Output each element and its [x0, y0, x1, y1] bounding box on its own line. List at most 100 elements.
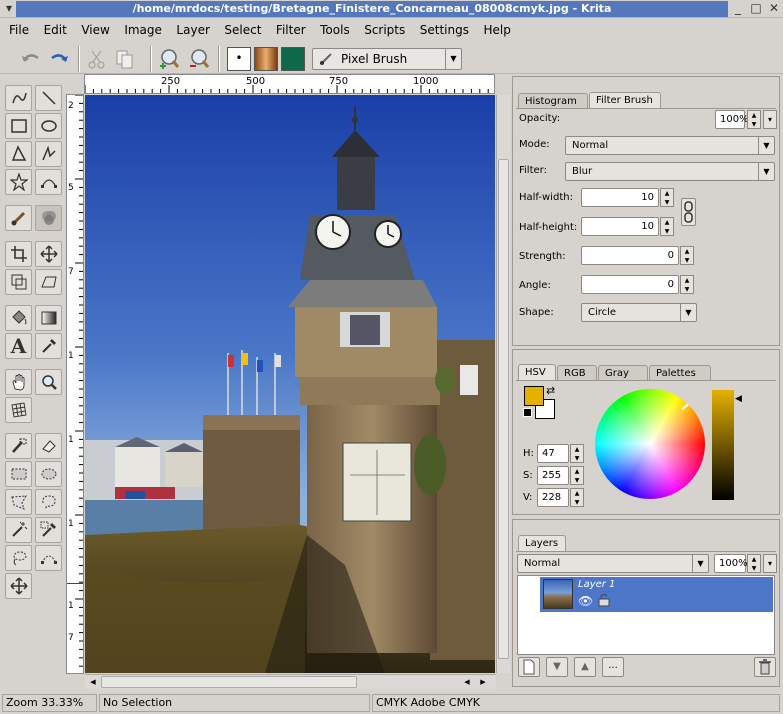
select-brush-tool-icon[interactable] [5, 433, 32, 459]
crop-tool-icon[interactable] [5, 241, 32, 267]
polyline-tool-icon[interactable] [35, 141, 62, 167]
copy-icon[interactable] [112, 46, 138, 72]
tab-gray[interactable]: Gray [598, 365, 648, 381]
value-field[interactable]: 228 [537, 488, 569, 507]
menu-scripts[interactable]: Scripts [359, 20, 410, 40]
value-slider[interactable] [712, 390, 734, 500]
menu-layer[interactable]: Layer [171, 20, 214, 40]
move-tool-icon[interactable] [35, 241, 62, 267]
opacity-spinner[interactable]: ▲ ▼ [747, 110, 761, 129]
value-slider-marker[interactable]: ◀ [735, 394, 742, 404]
window-menu-icon[interactable]: ▾ [1, 1, 17, 17]
magic-wand-tool-icon[interactable] [5, 517, 32, 543]
polygon-tool-icon[interactable] [5, 141, 32, 167]
maximize-icon[interactable]: □ [748, 1, 764, 17]
lock-icon[interactable] [598, 593, 610, 610]
rectangle-tool-icon[interactable] [5, 113, 32, 139]
menu-filter[interactable]: Filter [271, 20, 311, 40]
tab-rgb[interactable]: RGB [557, 365, 597, 381]
halfheight-spinner[interactable]: ▲ ▼ [660, 217, 674, 236]
layer-opacity-field[interactable]: 100% [714, 554, 748, 573]
shape-select[interactable]: Circle ▼ [581, 303, 697, 322]
tab-palettes[interactable]: Palettes [649, 365, 711, 381]
halfheight-field[interactable]: 10 [581, 217, 659, 236]
close-icon[interactable]: ✕ [766, 1, 782, 17]
layer-list[interactable]: Layer 1 👁 [517, 575, 775, 655]
line-tool-icon[interactable] [35, 85, 62, 111]
halfwidth-spinner[interactable]: ▲ ▼ [660, 188, 674, 207]
angle-spinner[interactable]: ▲ ▼ [680, 275, 694, 294]
trash-icon[interactable] [754, 657, 776, 677]
polygon-select-tool-icon[interactable] [5, 489, 32, 515]
value-spinner[interactable]: ▲ ▼ [570, 488, 584, 507]
menu-select[interactable]: Select [219, 20, 266, 40]
menu-tools[interactable]: Tools [315, 20, 355, 40]
vertical-scrollbar[interactable] [496, 95, 510, 673]
layer-name[interactable]: Layer 1 [578, 579, 615, 590]
freehand-tool-icon[interactable] [5, 85, 32, 111]
tab-filter-brush[interactable]: Filter Brush [589, 92, 661, 109]
gradient-tool-icon[interactable] [35, 305, 62, 331]
tab-hsv[interactable]: HSV [518, 364, 556, 381]
menu-settings[interactable]: Settings [415, 20, 474, 40]
gradient-preview[interactable] [254, 47, 278, 71]
menu-image[interactable]: Image [119, 20, 167, 40]
link-icon[interactable] [681, 198, 696, 226]
scrollbar-thumb[interactable] [101, 676, 357, 688]
bezier-select-tool-icon[interactable] [35, 545, 62, 571]
move-layer-up-icon[interactable]: ▲ [574, 657, 596, 677]
menu-help[interactable]: Help [478, 20, 515, 40]
brush-tool-icon[interactable] [5, 205, 32, 231]
paintop-selector[interactable]: Pixel Brush ▼ [312, 48, 462, 70]
image-canvas[interactable] [85, 95, 495, 673]
menu-edit[interactable]: Edit [39, 20, 72, 40]
tab-layers[interactable]: Layers [518, 535, 566, 552]
hue-field[interactable]: 47 [537, 444, 569, 463]
hue-spinner[interactable]: ▲ ▼ [570, 444, 584, 463]
color-select-tool-icon[interactable] [35, 517, 62, 543]
swap-colors-icon[interactable]: ⇄ [546, 384, 555, 397]
zoom-out-icon[interactable] [186, 46, 212, 72]
saturation-spinner[interactable]: ▲ ▼ [570, 466, 584, 485]
perspective-tool-icon[interactable] [35, 269, 62, 295]
text-tool-icon[interactable]: A [5, 333, 32, 359]
strength-field[interactable]: 0 [581, 246, 679, 265]
cut-icon[interactable] [84, 46, 110, 72]
new-layer-icon[interactable] [518, 657, 540, 677]
scroll-right-icon[interactable]: ▶ [477, 676, 489, 688]
scroll-left-icon[interactable]: ◀ [461, 676, 473, 688]
scrollbar-thumb[interactable] [498, 159, 509, 659]
layer-opacity-spinner[interactable]: ▲ ▼ [747, 554, 761, 573]
lasso-select-tool-icon[interactable] [5, 545, 32, 571]
ellipse-tool-icon[interactable] [35, 113, 62, 139]
fill-tool-icon[interactable] [5, 305, 32, 331]
outline-select-tool-icon[interactable] [35, 489, 62, 515]
foreground-color-swatch[interactable] [524, 386, 544, 406]
pan-tool-icon[interactable] [5, 369, 32, 395]
color-picker-tool-icon[interactable] [35, 333, 62, 359]
duplicate-tool-icon[interactable] [35, 205, 62, 231]
halfwidth-field[interactable]: 10 [581, 188, 659, 207]
scroll-left-icon[interactable]: ◀ [87, 676, 99, 688]
minimize-icon[interactable]: _ [730, 1, 746, 17]
menu-file[interactable]: File [4, 20, 34, 40]
horizontal-scrollbar[interactable]: ◀ ◀ ▶ [85, 674, 496, 689]
eye-icon[interactable]: 👁 [578, 594, 593, 608]
strength-spinner[interactable]: ▲ ▼ [680, 246, 694, 265]
opacity-field[interactable]: 100% [715, 110, 749, 129]
zoom-in-icon[interactable] [156, 46, 182, 72]
move-layer-down-icon[interactable]: ▼ [546, 657, 568, 677]
layer-row[interactable]: Layer 1 👁 [540, 577, 773, 612]
saturation-field[interactable]: 255 [537, 466, 569, 485]
hue-saturation-wheel[interactable] [595, 389, 705, 499]
redo-icon[interactable] [46, 46, 72, 72]
tab-histogram[interactable]: Histogram [518, 93, 588, 109]
star-tool-icon[interactable] [5, 169, 32, 195]
move-selection-tool-icon[interactable] [5, 573, 32, 599]
layer-mode-select[interactable]: Normal ▼ [517, 554, 709, 573]
brush-shape-preview[interactable]: • [227, 47, 251, 71]
rect-select-tool-icon[interactable] [5, 461, 32, 487]
menu-view[interactable]: View [76, 20, 114, 40]
bezier-tool-icon[interactable] [35, 169, 62, 195]
opacity-dropdown[interactable]: ▾ [763, 110, 777, 129]
